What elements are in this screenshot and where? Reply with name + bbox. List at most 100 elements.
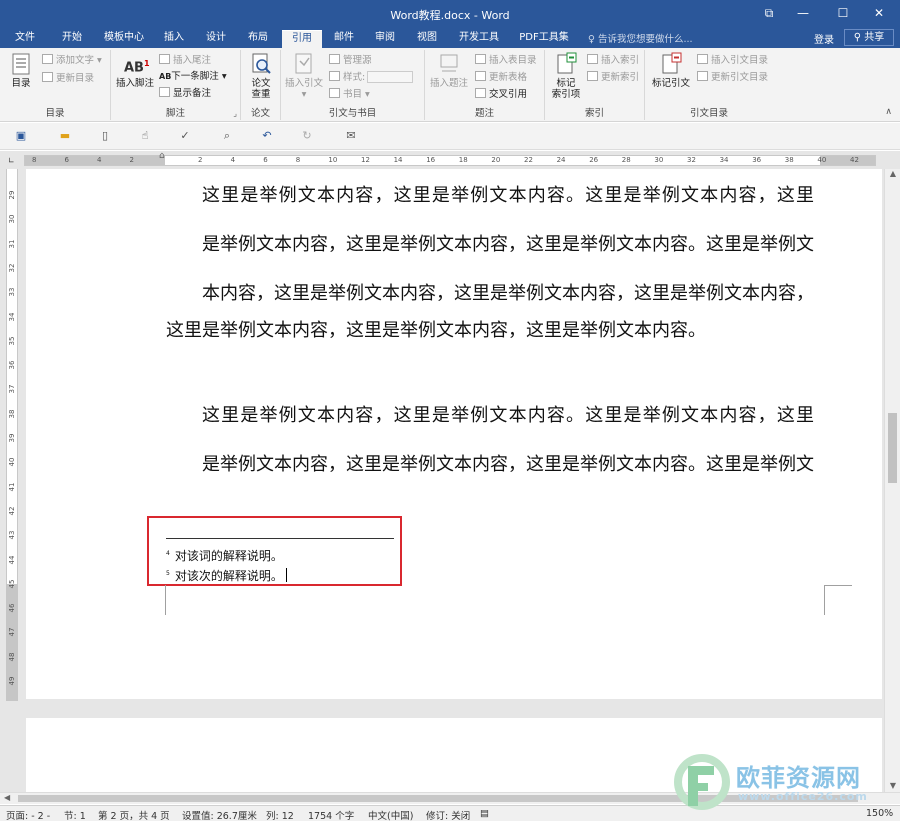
paper-check-button[interactable]: 论文 查重 xyxy=(245,52,277,100)
margin-corner-mark xyxy=(138,585,166,615)
update-table-button[interactable]: 更新表格 xyxy=(475,71,527,85)
tab-home[interactable]: 开始 xyxy=(52,30,92,48)
insert-endnote-button[interactable]: 插入尾注 xyxy=(159,54,211,68)
mark-entry-button[interactable]: 标记 索引项 xyxy=(547,52,585,100)
add-text-button[interactable]: 添加文字 ▾ xyxy=(42,54,102,68)
save-icon[interactable]: ▣ xyxy=(12,128,30,144)
toc-label: 目录 xyxy=(11,78,31,89)
scroll-left-icon[interactable]: ◀ xyxy=(4,793,10,802)
insert-toa-button[interactable]: 插入引文目录 xyxy=(697,54,768,68)
insert-footnote-button[interactable]: AB1 插入脚注 xyxy=(114,52,156,89)
show-notes-icon xyxy=(159,87,170,97)
macro-record-icon[interactable]: ▤ xyxy=(480,808,489,819)
paragraph[interactable]: 这里是举例文本内容，这里是举例文本内容。这里是举例文本内容，这里 是举例文本内容… xyxy=(166,171,814,318)
update-table-icon xyxy=(475,71,486,81)
vruler-number: 44 xyxy=(8,555,16,564)
sign-in-link[interactable]: 登录 xyxy=(814,31,834,46)
vruler-number: 29 xyxy=(8,190,16,200)
touch-icon[interactable]: ☝ xyxy=(136,128,154,144)
vruler-number: 35 xyxy=(8,336,16,346)
group-citations-label: 引文与书目 xyxy=(328,108,377,119)
manage-sources-button[interactable]: 管理源 xyxy=(329,54,372,68)
ruler-number: 12 xyxy=(361,156,370,164)
status-setting[interactable]: 设置值: 26.7厘米 xyxy=(182,808,257,821)
maximize-button[interactable]: ☐ xyxy=(826,0,860,28)
redo-icon[interactable]: ↻ xyxy=(298,128,316,144)
insert-table-figures-button[interactable]: 插入表目录 xyxy=(475,54,537,68)
scroll-up-icon[interactable]: ▲ xyxy=(885,169,900,178)
mark-citation-button[interactable]: 标记引文 xyxy=(649,52,693,89)
tab-layout[interactable]: 布局 xyxy=(240,30,276,48)
dialog-launcher-icon[interactable]: ⌟ xyxy=(233,109,237,118)
update-index-button[interactable]: 更新索引 xyxy=(587,71,639,85)
status-section[interactable]: 节: 1 xyxy=(64,808,86,821)
footnote-highlight-box xyxy=(147,516,402,586)
ruler-number: 4 xyxy=(230,156,236,164)
lightbulb-icon: ♀ xyxy=(588,34,595,45)
collapse-ribbon-icon[interactable]: ∧ xyxy=(885,107,892,117)
status-words[interactable]: 1754 个字 xyxy=(308,808,354,821)
share-button[interactable]: ⚲ 共享 xyxy=(844,29,894,46)
toc-button[interactable]: 目录 xyxy=(6,52,36,89)
vertical-scrollbar[interactable]: ▲ ▼ xyxy=(884,169,900,800)
tab-review[interactable]: 审阅 xyxy=(366,30,404,48)
ribbon-display-options-button[interactable]: ⧉ xyxy=(752,0,786,28)
tab-design[interactable]: 设计 xyxy=(198,30,234,48)
undo-icon[interactable]: ↶ xyxy=(258,128,276,144)
vruler-number: 45 xyxy=(8,579,16,589)
style-selector[interactable]: 样式: xyxy=(329,71,414,85)
ruler-number: 10 xyxy=(328,156,338,164)
close-button[interactable]: ✕ xyxy=(862,0,896,28)
paragraph[interactable]: 这里是举例文本内容，这里是举例文本内容。这里是举例文本内容，这里 是举例文本内容… xyxy=(166,391,814,489)
update-toc-button[interactable]: 更新目录 xyxy=(42,72,94,86)
spelling-icon[interactable]: ✓ xyxy=(176,128,194,144)
insert-footnote-label: 插入脚注 xyxy=(115,78,154,89)
cross-reference-button[interactable]: 交叉引用 xyxy=(475,88,527,102)
tab-references[interactable]: 引用 xyxy=(282,30,322,48)
mark-citation-label: 标记引文 xyxy=(651,78,690,89)
update-toa-button[interactable]: 更新引文目录 xyxy=(697,71,768,85)
vruler-number: 46 xyxy=(8,603,16,613)
tab-view[interactable]: 视图 xyxy=(408,30,446,48)
status-page-of[interactable]: 第 2 页，共 4 页 xyxy=(98,808,170,821)
toc-icon xyxy=(12,53,30,75)
insert-table-figures-label: 插入表目录 xyxy=(489,55,537,66)
bibliography-button[interactable]: 书目 ▾ xyxy=(329,88,370,102)
tab-insert[interactable]: 插入 xyxy=(156,30,192,48)
open-icon[interactable]: ▬ xyxy=(56,128,74,144)
new-icon[interactable]: ▯ xyxy=(96,128,114,144)
vruler-number: 37 xyxy=(8,384,16,394)
tab-developer[interactable]: 开发工具 xyxy=(452,30,506,48)
paragraph[interactable]: 这里是举例文本内容，这里是举例文本内容，这里是举例文本内容。 xyxy=(166,318,814,344)
document-area[interactable]: 这里是举例文本内容，这里是举例文本内容。这里是举例文本内容，这里 是举例文本内容… xyxy=(24,169,884,800)
next-footnote-button[interactable]: AB下一条脚注 ▾ xyxy=(159,70,227,84)
insert-index-button[interactable]: 插入索引 xyxy=(587,54,639,68)
ribbon-references: 目录 添加文字 ▾ 更新目录 目录 AB1 插入脚注 插入尾注 AB下一条脚注 … xyxy=(0,48,900,122)
insert-citation-button[interactable]: 插入引文 ▾ xyxy=(285,52,323,100)
tab-mailings[interactable]: 邮件 xyxy=(326,30,362,48)
vruler-number: 39 xyxy=(8,433,16,443)
print-preview-icon[interactable]: ⌕ xyxy=(218,128,236,144)
show-notes-button[interactable]: 显示备注 xyxy=(159,87,211,101)
tell-me-box[interactable]: ♀ 告诉我您想要做什么... xyxy=(588,31,693,45)
text-line: 是举例文本内容，这里是举例文本内容，这里是举例文本内容。这里是举例文 xyxy=(202,234,814,255)
status-page[interactable]: 页面: - 2 - xyxy=(6,808,50,821)
page[interactable]: 这里是举例文本内容，这里是举例文本内容。这里是举例文本内容，这里 是举例文本内容… xyxy=(26,169,882,699)
insert-citation-label: 插入引文 xyxy=(285,78,324,89)
magnifier-document-icon xyxy=(252,53,271,74)
insert-caption-button[interactable]: 插入题注 xyxy=(429,52,469,89)
minimize-button[interactable]: — xyxy=(786,0,820,28)
status-column[interactable]: 列: 12 xyxy=(266,808,294,821)
tab-template-center[interactable]: 模板中心 xyxy=(98,30,150,48)
scrollbar-thumb[interactable] xyxy=(888,413,897,483)
style-dropdown[interactable] xyxy=(367,71,414,83)
email-icon[interactable]: ✉ xyxy=(342,128,360,144)
status-track-changes[interactable]: 修订: 关闭 xyxy=(426,808,470,821)
vruler-number: 34 xyxy=(8,312,16,321)
tab-pdf-tools[interactable]: PDF工具集 xyxy=(512,30,576,48)
indent-marker-icon[interactable]: ⌂ xyxy=(159,151,165,161)
vruler-number: 49 xyxy=(8,676,16,686)
tab-selector-icon[interactable]: ∟ xyxy=(8,156,15,165)
tab-file[interactable]: 文件 xyxy=(6,30,44,48)
status-language[interactable]: 中文(中国) xyxy=(368,808,413,821)
